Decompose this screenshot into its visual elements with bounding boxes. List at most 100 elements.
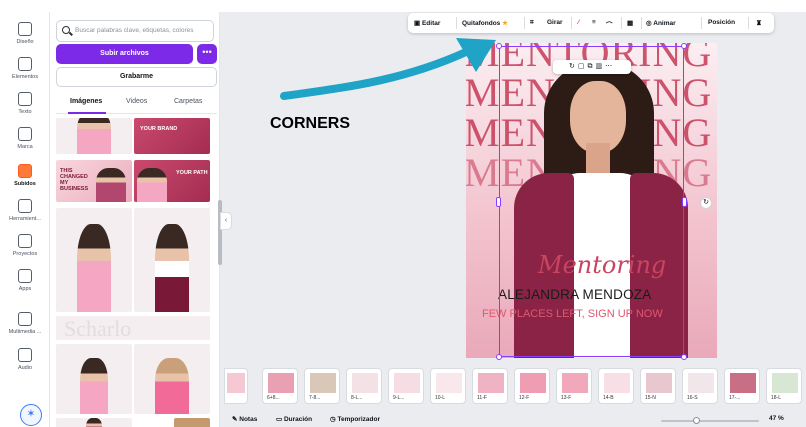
- page-thumb[interactable]: 13-F: [556, 368, 592, 404]
- search-input[interactable]: Buscar palabras clave, etiquetas, colore…: [56, 20, 214, 42]
- rail-item-design[interactable]: Diseño: [0, 22, 50, 45]
- copy-style-button[interactable]: ♜: [756, 19, 762, 27]
- corner-rounding-button[interactable]: ⌒: [606, 19, 613, 29]
- thumb-text: YOUR PATH: [176, 170, 208, 176]
- zoom-slider-track[interactable]: [661, 420, 759, 422]
- page-thumb[interactable]: 11-F: [472, 368, 508, 404]
- thumb-person: [95, 168, 126, 202]
- upload-thumb[interactable]: YOUR BRAND: [134, 118, 210, 154]
- resize-handle[interactable]: [681, 354, 687, 360]
- resize-handle[interactable]: [681, 43, 687, 49]
- more-icon[interactable]: ⋯: [605, 63, 615, 70]
- rail-item-uploads[interactable]: Subidos: [0, 164, 50, 187]
- page-thumb[interactable]: 17-...: [724, 368, 760, 404]
- element-quick-actions: ↻▢⧉▥⋯: [553, 60, 631, 74]
- upload-files-button[interactable]: Subir archivos: [56, 44, 193, 64]
- rail-item-brand[interactable]: Marca: [0, 127, 50, 150]
- bg-remover-button[interactable]: Quitafondos ★: [462, 19, 508, 27]
- page-thumb[interactable]: 14-B: [598, 368, 634, 404]
- tab-videos[interactable]: Videos: [126, 98, 147, 105]
- design-icon: [18, 22, 32, 36]
- border-style-button[interactable]: ≡: [592, 19, 596, 26]
- crop-button[interactable]: ⌗: [530, 19, 534, 27]
- animate-button[interactable]: ◎ Animar: [646, 19, 676, 27]
- tab-folders[interactable]: Carpetas: [174, 98, 202, 105]
- panel-scrollbar[interactable]: [218, 200, 222, 265]
- thumb-person: [137, 168, 168, 202]
- rail-item-tools[interactable]: Herramient...: [0, 199, 50, 222]
- toolbar-divider: [621, 17, 622, 29]
- upload-more-button[interactable]: •••: [197, 44, 217, 64]
- page-thumb[interactable]: 10-L: [430, 368, 466, 404]
- page-preview: [772, 373, 798, 393]
- resize-handle[interactable]: [496, 354, 502, 360]
- rail-item-elements[interactable]: Elementos: [0, 57, 50, 80]
- resize-handle[interactable]: [682, 197, 687, 207]
- page-thumb[interactable]: [224, 368, 248, 404]
- lock-icon[interactable]: ▢: [578, 63, 588, 70]
- position-button[interactable]: Posición: [708, 19, 735, 26]
- tab-images[interactable]: Imágenes: [70, 98, 102, 105]
- upload-thumb[interactable]: YOUR PATH: [134, 160, 210, 202]
- record-yourself-button[interactable]: Grabarme: [56, 67, 217, 87]
- rail-item-apps[interactable]: Apps: [0, 269, 50, 292]
- thumb-person: [155, 358, 189, 414]
- thumb-person: [76, 118, 112, 154]
- magic-sparkle-button[interactable]: ✶: [20, 404, 42, 426]
- sparkle-icon: ✶: [26, 408, 36, 420]
- brand-icon: [18, 127, 32, 141]
- chevron-left-icon: ‹: [224, 217, 228, 224]
- trash-icon[interactable]: ▥: [595, 63, 605, 70]
- upload-thumb[interactable]: THIS CHANGED MY BUSINESS: [56, 160, 132, 202]
- duration-button[interactable]: ▭ Duración: [276, 415, 312, 423]
- border-color-button[interactable]: ⁄: [578, 19, 579, 26]
- audio-icon: [18, 348, 32, 362]
- page-thumb[interactable]: 18-L: [766, 368, 802, 404]
- upload-thumb[interactable]: [134, 344, 210, 414]
- elements-icon: [18, 57, 32, 71]
- upload-thumb[interactable]: [134, 208, 210, 312]
- annotation-label: CORNERS: [270, 115, 351, 132]
- rotate-icon[interactable]: ↻: [569, 63, 578, 70]
- transparency-icon: ▦: [627, 20, 634, 27]
- rail-item-audio[interactable]: Audio: [0, 348, 50, 371]
- page-label: 6+8...: [267, 395, 280, 401]
- page-thumb[interactable]: 9-L...: [388, 368, 424, 404]
- zoom-slider-knob[interactable]: [693, 417, 700, 424]
- media-icon: [18, 312, 32, 326]
- rotate-handle-icon: ↻: [703, 199, 709, 206]
- page-thumb[interactable]: 16-S: [682, 368, 718, 404]
- upload-thumb[interactable]: [56, 208, 132, 312]
- rail-item-text[interactable]: Texto: [0, 92, 50, 115]
- upload-thumb[interactable]: Scharlo: [56, 316, 210, 340]
- upload-thumb[interactable]: [56, 118, 132, 154]
- upload-thumb[interactable]: [56, 418, 132, 427]
- side-rail: Diseño Elementos Texto Marca Subidos Her…: [0, 12, 50, 427]
- upload-thumb[interactable]: [174, 418, 210, 427]
- page-label: 7-8...: [309, 395, 321, 401]
- resize-handle[interactable]: [496, 197, 501, 207]
- page-thumb[interactable]: 7-8...: [304, 368, 340, 404]
- page-thumb[interactable]: 6+8...: [262, 368, 298, 404]
- tools-icon: [18, 199, 32, 213]
- selection-box[interactable]: [496, 43, 687, 360]
- collapse-panel-button[interactable]: ‹: [220, 212, 232, 230]
- page-thumb[interactable]: 12-F: [514, 368, 550, 404]
- page-thumb[interactable]: 15-N: [640, 368, 676, 404]
- crop-icon: ⌗: [530, 19, 534, 26]
- thumb-text: YOUR BRAND: [140, 126, 178, 132]
- edit-button[interactable]: ▣ Editar: [414, 19, 440, 27]
- upload-thumb[interactable]: [56, 344, 132, 414]
- timer-button[interactable]: ◷ Temporizador: [330, 415, 380, 423]
- rotate-handle[interactable]: ↻: [700, 197, 712, 209]
- page-label: 9-L...: [393, 395, 405, 401]
- transparency-button[interactable]: ▦: [627, 19, 633, 27]
- zoom-level[interactable]: 47 %: [769, 415, 784, 422]
- notes-button[interactable]: ✎ Notas: [232, 415, 257, 423]
- page-thumb[interactable]: 8-L...: [346, 368, 382, 404]
- rail-item-media[interactable]: Multimedia ...: [0, 312, 50, 335]
- thumb-text: THIS CHANGED MY BUSINESS: [60, 168, 89, 192]
- thumb-person: [76, 223, 112, 312]
- flip-button[interactable]: Girar: [547, 19, 563, 26]
- rail-item-projects[interactable]: Proyectos: [0, 234, 50, 257]
